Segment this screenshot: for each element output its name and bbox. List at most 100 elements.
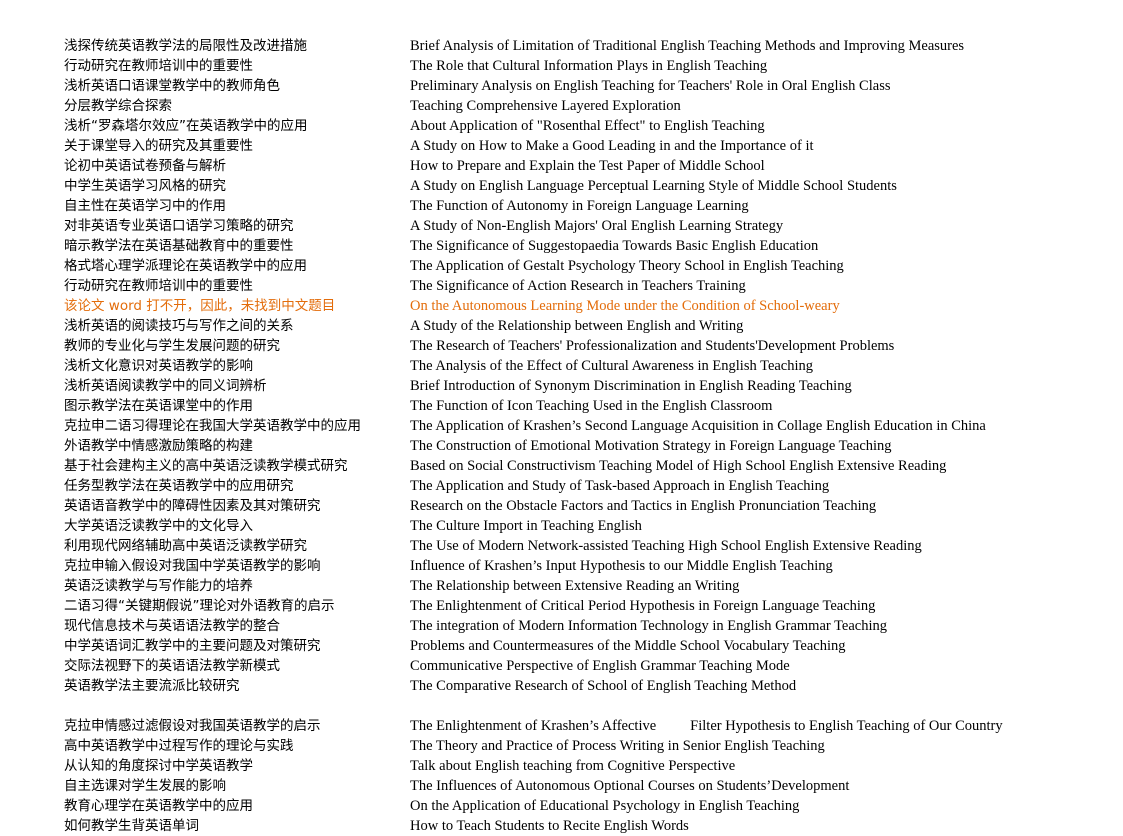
- thesis-title-chinese: 克拉申情感过滤假设对我国英语教学的启示: [64, 718, 321, 734]
- thesis-title-english: How to Prepare and Explain the Test Pape…: [410, 158, 765, 174]
- thesis-title-chinese: 浅析文化意识对英语教学的影响: [64, 358, 253, 374]
- thesis-title-chinese: 对非英语专业英语口语学习策略的研究: [64, 218, 294, 234]
- table-row: 外语教学中情感激励策略的构建 The Construction of Emotio…: [64, 436, 1064, 456]
- document-page: 浅探传统英语教学法的局限性及改进措施 Brief Analysis of Limi…: [0, 0, 1123, 834]
- thesis-title-chinese: 浅析英语口语课堂教学中的教师角色: [64, 78, 280, 94]
- thesis-title-english: The Significance of Action Research in T…: [410, 278, 746, 294]
- table-row: 格式塔心理学派理论在英语教学中的应用 The Application of Ges…: [64, 256, 1064, 276]
- thesis-title-chinese: 高中英语教学中过程写作的理论与实践: [64, 738, 294, 754]
- thesis-title-chinese: 关于课堂导入的研究及其重要性: [64, 138, 253, 154]
- thesis-title-chinese: 暗示教学法在英语基础教育中的重要性: [64, 238, 294, 254]
- thesis-title-chinese: 基于社会建构主义的高中英语泛读教学模式研究: [64, 458, 348, 474]
- thesis-title-chinese: 论初中英语试卷预备与解析: [64, 158, 226, 174]
- thesis-title-chinese: 英语语音教学中的障碍性因素及其对策研究: [64, 498, 321, 514]
- thesis-title-chinese: 现代信息技术与英语语法教学的整合: [64, 618, 280, 634]
- thesis-title-chinese: 从认知的角度探讨中学英语教学: [64, 758, 253, 774]
- thesis-title-english-part2: Filter Hypothesis to English Teaching of…: [690, 718, 1003, 734]
- table-row: 大学英语泛读教学中的文化导入 The Culture Import in Teac…: [64, 516, 1064, 536]
- thesis-title-chinese: 外语教学中情感激励策略的构建: [64, 438, 253, 454]
- thesis-title-chinese: 教育心理学在英语教学中的应用: [64, 798, 253, 814]
- table-row: 交际法视野下的英语语法教学新模式 Communicative Perspectiv…: [64, 656, 1064, 676]
- table-row: 论初中英语试卷预备与解析 How to Prepare and Explain t…: [64, 156, 1064, 176]
- thesis-title-chinese: 浅析“罗森塔尔效应”在英语教学中的应用: [64, 118, 308, 134]
- table-row: 图示教学法在英语课堂中的作用 The Function of Icon Teach…: [64, 396, 1064, 416]
- table-row: 中学生英语学习风格的研究 A Study on English Language …: [64, 176, 1064, 196]
- thesis-title-english: The Function of Icon Teaching Used in th…: [410, 398, 773, 414]
- thesis-title-chinese: 中学生英语学习风格的研究: [64, 178, 226, 194]
- table-row: 浅析“罗森塔尔效应”在英语教学中的应用 About Application of …: [64, 116, 1064, 136]
- thesis-title-chinese: 克拉申二语习得理论在我国大学英语教学中的应用: [64, 418, 361, 434]
- thesis-title-english: About Application of "Rosenthal Effect" …: [410, 118, 765, 134]
- thesis-title-english: The Enlightenment of Krashen’s Affective…: [410, 716, 1064, 736]
- thesis-title-english: The Application and Study of Task-based …: [410, 478, 830, 494]
- thesis-title-chinese: 分层教学综合探索: [64, 98, 172, 114]
- table-row: 英语教学法主要流派比较研究 The Comparative Research of…: [64, 676, 1064, 696]
- table-row: 分层教学综合探索 Teaching Comprehensive Layered E…: [64, 96, 1064, 116]
- thesis-title-english: Communicative Perspective of English Gra…: [410, 658, 790, 674]
- thesis-title-chinese: 中学英语词汇教学中的主要问题及对策研究: [64, 638, 321, 654]
- thesis-title-english: Brief Analysis of Limitation of Traditio…: [410, 38, 965, 54]
- table-row: 如何教学生背英语单词 How to Teach Students to Recit…: [64, 816, 1064, 836]
- thesis-title-english: The integration of Modern Information Te…: [410, 618, 888, 634]
- table-row: 任务型教学法在英语教学中的应用研究 The Application and Stu…: [64, 476, 1064, 496]
- table-row: 对非英语专业英语口语学习策略的研究 A Study of Non-English …: [64, 216, 1064, 236]
- table-row-spacer: [64, 696, 1064, 716]
- thesis-title-english: The Significance of Suggestopaedia Towar…: [410, 238, 819, 254]
- thesis-title-english: The Function of Autonomy in Foreign Lang…: [410, 198, 749, 214]
- thesis-title-chinese: 自主性在英语学习中的作用: [64, 198, 226, 214]
- thesis-title-english: The Relationship between Extensive Readi…: [410, 578, 740, 594]
- thesis-title-chinese: 该论文 word 打不开，因此，未找到中文题目: [64, 298, 336, 314]
- thesis-title-english: The Application of Krashen’s Second Lang…: [410, 418, 986, 434]
- thesis-title-chinese: 行动研究在教师培训中的重要性: [64, 58, 253, 74]
- table-row: 自主选课对学生发展的影响 The Influences of Autonomous…: [64, 776, 1064, 796]
- thesis-title-english: The Use of Modern Network-assisted Teach…: [410, 538, 922, 554]
- thesis-title-english: Talk about English teaching from Cogniti…: [410, 758, 736, 774]
- thesis-title-english: The Culture Import in Teaching English: [410, 518, 642, 534]
- thesis-title-english: On the Autonomous Learning Mode under th…: [410, 298, 840, 314]
- thesis-title-table-body: 浅探传统英语教学法的局限性及改进措施 Brief Analysis of Limi…: [64, 36, 1064, 836]
- table-row: 教育心理学在英语教学中的应用 On the Application of Educ…: [64, 796, 1064, 816]
- table-row: 克拉申情感过滤假设对我国英语教学的启示 The Enlightenment of …: [64, 716, 1064, 736]
- table-row: 从认知的角度探讨中学英语教学 Talk about English teachin…: [64, 756, 1064, 776]
- thesis-title-english: The Enlightenment of Critical Period Hyp…: [410, 598, 876, 614]
- table-row: 浅析英语口语课堂教学中的教师角色 Preliminary Analysis on …: [64, 76, 1064, 96]
- thesis-title-english-part1: The Enlightenment of Krashen’s Affective: [410, 718, 657, 734]
- thesis-title-english: The Analysis of the Effect of Cultural A…: [410, 358, 814, 374]
- table-row: 浅探传统英语教学法的局限性及改进措施 Brief Analysis of Limi…: [64, 36, 1064, 56]
- thesis-title-english: The Theory and Practice of Process Writi…: [410, 738, 825, 754]
- table-row: 关于课堂导入的研究及其重要性 A Study on How to Make a G…: [64, 136, 1064, 156]
- thesis-title-english: The Role that Cultural Information Plays…: [410, 58, 768, 74]
- table-row: 行动研究在教师培训中的重要性 The Role that Cultural Inf…: [64, 56, 1064, 76]
- table-row: 克拉申输入假设对我国中学英语教学的影响 Influence of Krashen’…: [64, 556, 1064, 576]
- thesis-title-chinese: 浅析英语阅读教学中的同义词辨析: [64, 378, 267, 394]
- thesis-title-english: Based on Social Constructivism Teaching …: [410, 458, 947, 474]
- table-row: 现代信息技术与英语语法教学的整合 The integration of Moder…: [64, 616, 1064, 636]
- table-row: 行动研究在教师培训中的重要性 The Significance of Action…: [64, 276, 1064, 296]
- thesis-title-english: Research on the Obstacle Factors and Tac…: [410, 498, 877, 514]
- thesis-title-chinese: 任务型教学法在英语教学中的应用研究: [64, 478, 294, 494]
- thesis-title-english: Teaching Comprehensive Layered Explorati…: [410, 98, 681, 114]
- thesis-title-chinese: 图示教学法在英语课堂中的作用: [64, 398, 253, 414]
- thesis-title-chinese: 交际法视野下的英语语法教学新模式: [64, 658, 280, 674]
- table-row: 暗示教学法在英语基础教育中的重要性 The Significance of Sug…: [64, 236, 1064, 256]
- thesis-title-english: Preliminary Analysis on English Teaching…: [410, 78, 891, 94]
- thesis-title-chinese: 利用现代网络辅助高中英语泛读教学研究: [64, 538, 307, 554]
- table-row: 英语泛读教学与写作能力的培养 The Relationship between E…: [64, 576, 1064, 596]
- thesis-title-chinese: 格式塔心理学派理论在英语教学中的应用: [64, 258, 307, 274]
- table-row: 基于社会建构主义的高中英语泛读教学模式研究 Based on Social Con…: [64, 456, 1064, 476]
- table-row: 浅析英语的阅读技巧与写作之间的关系 A Study of the Relation…: [64, 316, 1064, 336]
- table-row: 英语语音教学中的障碍性因素及其对策研究 Research on the Obsta…: [64, 496, 1064, 516]
- thesis-title-table: 浅探传统英语教学法的局限性及改进措施 Brief Analysis of Limi…: [64, 36, 1064, 836]
- thesis-title-english: The Construction of Emotional Motivation…: [410, 438, 892, 454]
- thesis-title-chinese: 英语教学法主要流派比较研究: [64, 678, 240, 694]
- table-row: 二语习得“关键期假说”理论对外语教育的启示 The Enlightenment o…: [64, 596, 1064, 616]
- thesis-title-english: The Comparative Research of School of En…: [410, 678, 797, 694]
- table-row: 高中英语教学中过程写作的理论与实践 The Theory and Practice…: [64, 736, 1064, 756]
- thesis-title-chinese: 浅探传统英语教学法的局限性及改进措施: [64, 38, 307, 54]
- thesis-title-chinese: 二语习得“关键期假说”理论对外语教育的启示: [64, 598, 335, 614]
- thesis-title-english: On the Application of Educational Psycho…: [410, 798, 800, 814]
- thesis-title-english: A Study of Non-English Majors' Oral Engl…: [410, 218, 784, 234]
- thesis-title-english: Brief Introduction of Synonym Discrimina…: [410, 378, 852, 394]
- spacer-cell-english: [410, 696, 1064, 716]
- spacer-cell-chinese: [64, 696, 410, 716]
